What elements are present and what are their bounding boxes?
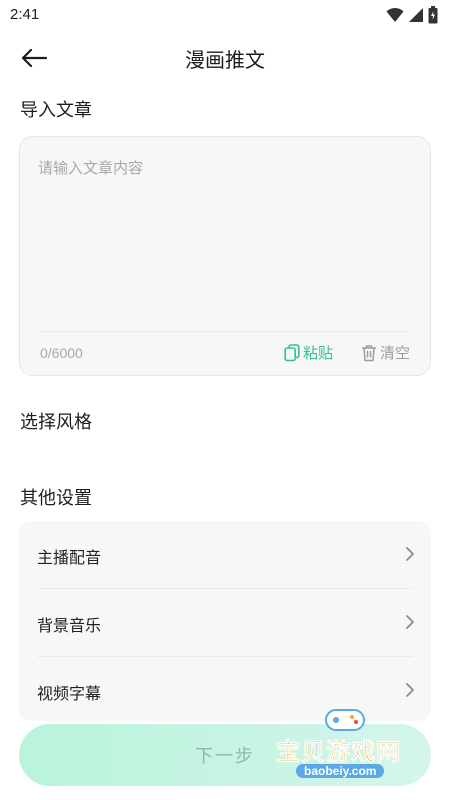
article-input-box: 0/6000 粘贴 清空 — [19, 136, 431, 376]
choose-style-label: 选择风格 — [20, 412, 92, 433]
nav-bar: 漫画推文 — [0, 36, 450, 78]
chevron-right-icon — [406, 547, 414, 561]
wifi-icon — [386, 7, 404, 22]
article-input[interactable] — [38, 157, 408, 317]
status-icons — [386, 6, 438, 24]
import-article-label: 导入文章 — [20, 100, 92, 121]
divider — [38, 331, 412, 332]
next-step-label: 下一步 — [195, 746, 255, 767]
other-settings-label: 其他设置 — [20, 488, 92, 509]
clear-button[interactable]: 清空 — [361, 342, 410, 363]
signal-icon — [409, 8, 423, 22]
battery-icon — [428, 6, 438, 24]
settings-card: 主播配音 背景音乐 视频字幕 — [19, 521, 431, 721]
status-bar: 2:41 — [0, 0, 450, 32]
status-time: 2:41 — [10, 6, 40, 23]
chevron-right-icon — [406, 615, 414, 629]
setting-label: 主播配音 — [37, 548, 102, 567]
setting-row-voice[interactable]: 主播配音 — [19, 521, 431, 589]
setting-label: 视频字幕 — [37, 684, 102, 703]
setting-row-music[interactable]: 背景音乐 — [19, 589, 431, 657]
page-title: 漫画推文 — [185, 48, 265, 72]
setting-label: 背景音乐 — [37, 616, 102, 635]
paste-label: 粘贴 — [303, 344, 334, 362]
chevron-right-icon — [406, 683, 414, 697]
next-step-button[interactable]: 下一步 — [19, 724, 431, 786]
trash-icon — [362, 344, 376, 361]
paste-button[interactable]: 粘贴 — [284, 342, 333, 363]
setting-row-subtitles[interactable]: 视频字幕 — [19, 657, 431, 721]
clear-label: 清空 — [380, 344, 411, 362]
char-count: 0/6000 — [40, 345, 83, 361]
paste-icon — [284, 343, 300, 361]
